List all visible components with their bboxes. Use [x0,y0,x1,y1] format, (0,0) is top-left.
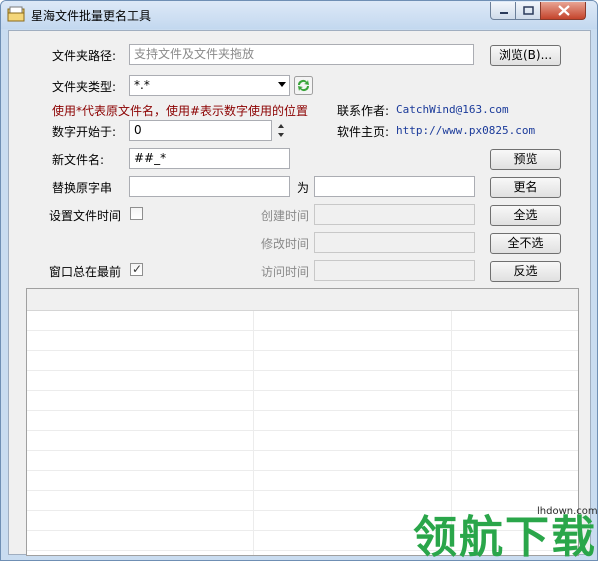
folder-type-value: *.* [134,78,150,92]
list-row[interactable] [27,411,578,431]
list-row[interactable] [27,471,578,491]
folder-path-label: 文件夹路径: [52,49,117,63]
replace-with-input[interactable] [314,176,475,197]
homepage-label: 软件主页: [337,125,390,139]
modified-time-label: 修改时间 [261,237,310,251]
contact-email-link[interactable]: CatchWind@163.com [396,103,509,116]
app-window: 星海文件批量更名工具 文件夹路径: 支持文件及文件夹拖放 浏览(B)... 文件… [0,0,598,561]
close-icon [558,5,570,16]
rename-button[interactable]: 更名 [490,177,561,198]
maximize-button[interactable] [515,2,541,20]
replace-find-input[interactable] [129,176,290,197]
browse-button[interactable]: 浏览(B)... [490,45,561,66]
refresh-icon[interactable] [294,76,313,95]
preview-button[interactable]: 预览 [490,149,561,170]
list-row[interactable] [27,371,578,391]
window-title: 星海文件批量更名工具 [31,9,152,23]
list-row[interactable] [27,431,578,451]
new-name-input[interactable]: ##_* [129,148,290,169]
main-panel: 文件夹路径: 支持文件及文件夹拖放 浏览(B)... 文件夹类型: *.* 使用… [8,30,591,556]
chevron-down-icon [278,82,286,87]
list-row[interactable] [27,391,578,411]
maximize-icon [523,6,534,15]
spin-up-icon [278,124,284,128]
always-on-top-label: 窗口总在最前 [49,265,122,279]
title-bar[interactable]: 星海文件批量更名工具 [1,1,597,29]
minimize-button[interactable] [490,2,516,20]
start-number-input[interactable]: 0 [129,120,272,141]
watermark-url: lhdown.com [537,506,598,517]
always-on-top-checkbox[interactable]: ✓ [130,262,143,276]
contact-label: 联系作者: [337,104,390,118]
accessed-time-label: 访问时间 [261,265,310,279]
folder-type-select[interactable]: *.* [129,75,290,96]
minimize-icon [500,12,508,14]
invert-button[interactable]: 反选 [490,261,561,282]
file-list-header[interactable] [27,289,578,311]
checkmark-icon: ✓ [132,262,143,276]
usage-hint: 使用*代表原文件名，使用#表示数字使用的位置 [52,104,309,118]
new-name-label: 新文件名: [52,153,105,167]
set-time-checkbox[interactable] [130,207,143,220]
homepage-link[interactable]: http://www.px0825.com [396,124,535,137]
select-none-button[interactable]: 全不选 [490,233,561,254]
list-row[interactable] [27,331,578,351]
accessed-time-input [314,260,475,281]
select-all-button[interactable]: 全选 [490,205,561,226]
spin-down-icon [278,133,284,137]
replace-label: 替换原字串 [52,181,113,195]
created-time-input [314,204,475,225]
list-row[interactable] [27,311,578,331]
close-button[interactable] [540,2,586,20]
modified-time-input [314,232,475,253]
list-row[interactable] [27,351,578,371]
set-time-label: 设置文件时间 [49,209,122,223]
folder-path-input[interactable]: 支持文件及文件夹拖放 [129,44,474,65]
created-time-label: 创建时间 [261,209,310,223]
start-number-label: 数字开始于: [52,125,117,139]
list-row[interactable] [27,451,578,471]
start-number-spinner[interactable] [275,120,289,141]
replace-for-label: 为 [297,181,310,195]
folder-type-label: 文件夹类型: [52,80,117,94]
app-icon [7,6,25,22]
